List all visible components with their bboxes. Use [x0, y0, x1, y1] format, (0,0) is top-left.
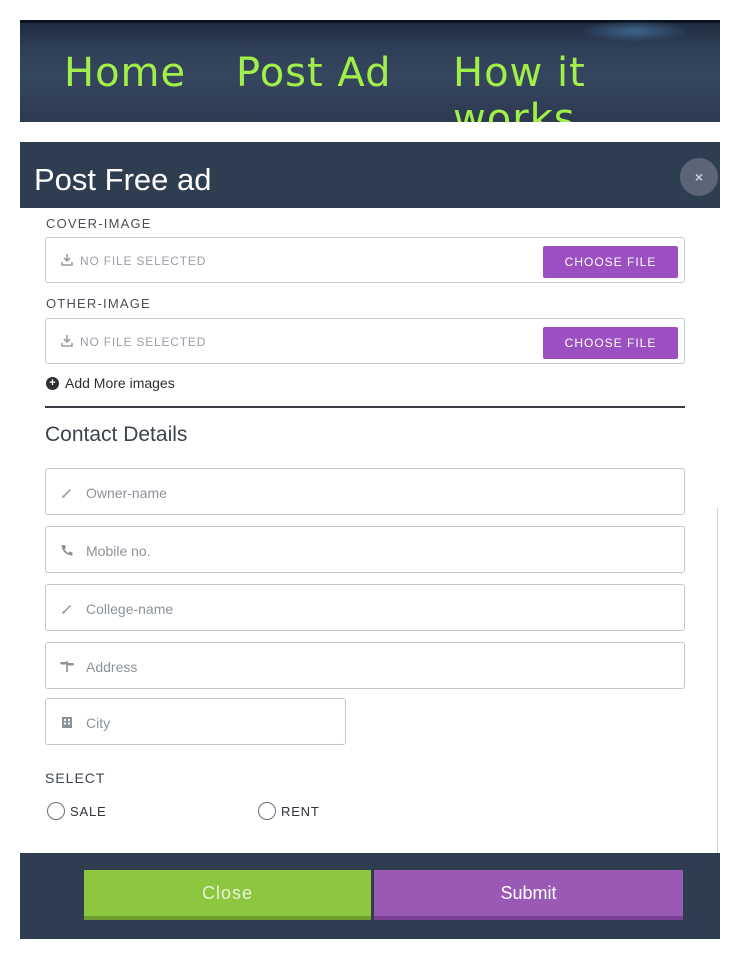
nav-how-it-works-link[interactable]: How it works: [453, 50, 720, 122]
contact-details-title: Contact Details: [45, 423, 188, 446]
top-navigation: Home Post Ad How it works: [20, 20, 720, 122]
modal-close-icon[interactable]: ×: [680, 158, 718, 196]
other-image-file-input[interactable]: NO FILE SELECTED CHOOSE FILE: [45, 318, 685, 364]
sale-radio-label: SALE: [70, 803, 107, 819]
cover-image-label: COVER-IMAGE: [46, 216, 152, 231]
address-field[interactable]: Address: [45, 642, 685, 689]
pencil-icon: [62, 489, 71, 498]
download-icon: [61, 254, 73, 266]
other-image-label: OTHER-IMAGE: [46, 296, 151, 311]
rent-radio-circle[interactable]: [258, 802, 276, 820]
other-image-choose-button[interactable]: CHOOSE FILE: [543, 327, 678, 359]
plus-circle-icon: +: [46, 376, 59, 390]
modal-footer: Close Submit: [20, 853, 720, 939]
nav-highlight: [580, 20, 690, 42]
cover-image-file-input[interactable]: NO FILE SELECTED CHOOSE FILE: [45, 237, 685, 283]
college-name-field[interactable]: College-name: [45, 584, 685, 631]
rent-radio[interactable]: RENT: [258, 802, 320, 820]
city-field[interactable]: City: [45, 698, 346, 745]
add-more-images-link[interactable]: + Add More images: [46, 375, 175, 391]
rent-radio-label: RENT: [281, 803, 320, 819]
submit-button[interactable]: Submit: [374, 870, 683, 920]
city-placeholder: City: [86, 715, 111, 731]
cover-image-status: NO FILE SELECTED: [80, 254, 207, 268]
signpost-icon: [60, 661, 74, 672]
address-placeholder: Address: [86, 659, 138, 675]
section-divider: [45, 406, 685, 408]
download-icon: [61, 335, 73, 347]
phone-icon: [61, 545, 73, 556]
mobile-number-field[interactable]: Mobile no.: [45, 526, 685, 573]
select-label: SELECT: [45, 770, 106, 786]
modal-body: COVER-IMAGE NO FILE SELECTED CHOOSE FILE…: [20, 208, 720, 853]
add-more-images-label: Add More images: [65, 375, 175, 391]
owner-name-placeholder: Owner-name: [86, 485, 167, 501]
mobile-number-placeholder: Mobile no.: [86, 543, 151, 559]
nav-home-link[interactable]: Home: [64, 50, 186, 96]
owner-name-field[interactable]: Owner-name: [45, 468, 685, 515]
close-button[interactable]: Close: [84, 870, 371, 920]
cover-image-choose-button[interactable]: CHOOSE FILE: [543, 246, 678, 278]
pencil-icon: [62, 605, 71, 614]
sale-radio[interactable]: SALE: [47, 802, 106, 820]
sale-radio-circle[interactable]: [47, 802, 65, 820]
building-icon: [62, 717, 72, 728]
modal-header: Post Free ad ×: [20, 142, 720, 208]
modal-title: Post Free ad: [34, 162, 212, 197]
college-name-placeholder: College-name: [86, 601, 174, 617]
nav-post-ad-link[interactable]: Post Ad: [236, 50, 391, 96]
other-image-status: NO FILE SELECTED: [80, 335, 207, 349]
